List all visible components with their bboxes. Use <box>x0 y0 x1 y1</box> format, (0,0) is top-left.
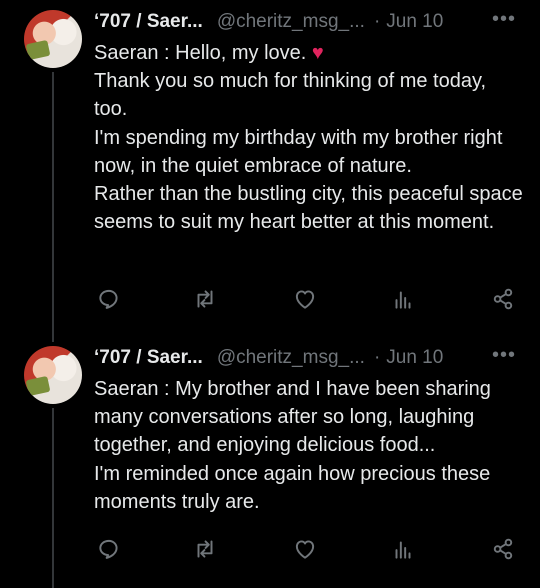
handle[interactable]: @cheritz_msg_... <box>217 11 365 33</box>
reply-icon[interactable] <box>96 536 122 562</box>
action-bar <box>0 536 540 564</box>
tweet-header: ‘707 / Saer... @cheritz_msg_... · Jun 10 <box>94 346 443 370</box>
share-icon[interactable] <box>490 286 516 312</box>
separator-dot: · <box>373 11 381 32</box>
handle[interactable]: @cheritz_msg_... <box>217 347 365 369</box>
reply-icon[interactable] <box>96 286 122 312</box>
display-name[interactable]: ‘707 / Saer... <box>94 347 203 369</box>
tweet-date[interactable]: Jun 10 <box>386 11 443 33</box>
retweet-icon[interactable] <box>192 536 218 562</box>
avatar[interactable] <box>24 346 82 404</box>
views-icon[interactable] <box>390 536 416 562</box>
tweet-line: I'm reminded once again how precious the… <box>94 462 491 513</box>
avatar-badge <box>25 39 51 61</box>
tweet-line: Rather than the bustling city, this peac… <box>94 183 523 234</box>
like-icon[interactable] <box>292 536 318 562</box>
retweet-icon[interactable] <box>192 286 218 312</box>
more-options-icon[interactable]: ••• <box>492 9 515 32</box>
tweet-line: I'm spending my birthday with my brother… <box>94 126 503 177</box>
tweet-line: Thank you so much for thinking of me tod… <box>94 70 487 121</box>
more-options-icon[interactable]: ••• <box>492 345 515 368</box>
avatar-badge <box>25 375 51 397</box>
display-name[interactable]: ‘707 / Saer... <box>94 11 203 33</box>
separator-dot: · <box>373 347 381 368</box>
tweet-text: Saeran : Hello, my love. ♥ Thank you so … <box>94 39 524 236</box>
avatar[interactable] <box>24 10 82 68</box>
like-icon[interactable] <box>292 286 318 312</box>
views-icon[interactable] <box>390 286 416 312</box>
tweet-line: Saeran : Hello, my love. ♥ <box>94 42 324 64</box>
share-icon[interactable] <box>490 536 516 562</box>
tweet-text: Saeran : My brother and I have been shar… <box>94 375 524 516</box>
tweet-date[interactable]: Jun 10 <box>386 347 443 369</box>
tweet-line: Saeran : My brother and I have been shar… <box>94 378 491 457</box>
heart-emoji: ♥ <box>311 42 324 64</box>
tweet-header: ‘707 / Saer... @cheritz_msg_... · Jun 10 <box>94 10 443 34</box>
action-bar <box>0 286 540 314</box>
